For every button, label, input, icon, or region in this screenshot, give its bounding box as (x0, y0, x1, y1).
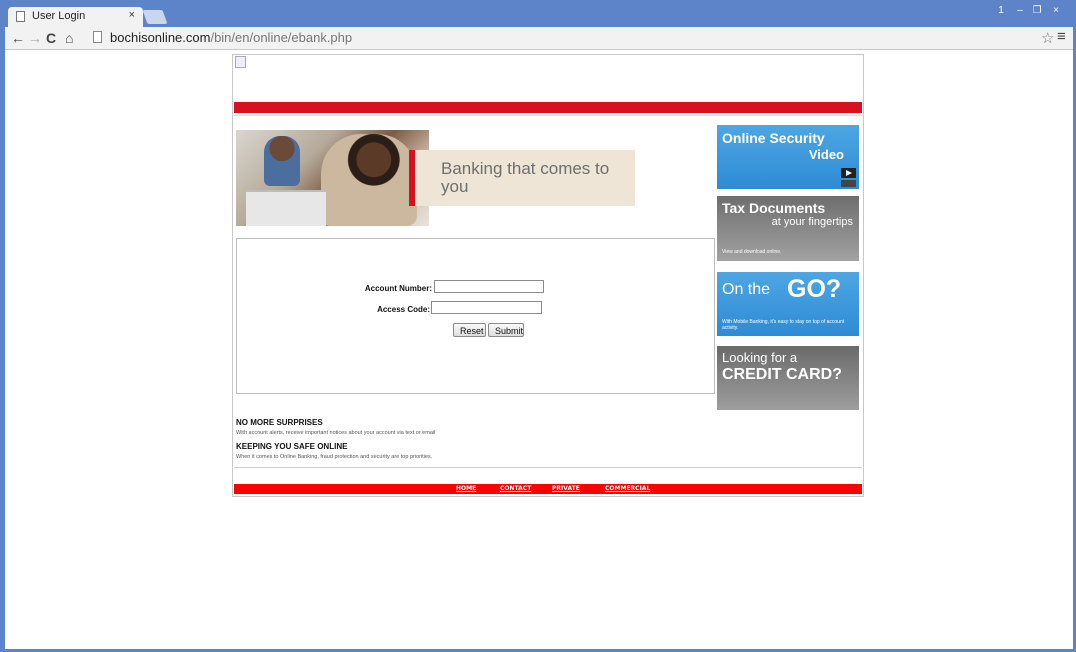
woman-figure (321, 134, 417, 226)
document-icon (93, 31, 102, 43)
promo-tax-title: Tax Documents (722, 200, 826, 216)
promo-credit-card[interactable]: Looking for a CREDIT CARD? (717, 346, 859, 410)
reset-button[interactable]: Reset (453, 323, 486, 337)
minimize-icon[interactable]: – (1013, 4, 1027, 18)
logo-broken-image-icon (235, 56, 246, 68)
footer-link-home[interactable]: HOME (456, 485, 476, 492)
footer-link-commercial[interactable]: COMMERCIAL (605, 485, 650, 492)
tab-close-icon[interactable]: × (129, 9, 135, 21)
tab-title: User Login (32, 10, 86, 22)
browser-window: User Login × 1 – ❐ × ← → C ⌂ bochisonlin… (0, 0, 1076, 652)
header-red-bar (234, 102, 862, 113)
bookmark-star-icon[interactable]: ☆ (1041, 29, 1054, 47)
bank-page: Banking that comes to you Account Number… (232, 54, 864, 497)
account-number-input[interactable] (434, 280, 544, 293)
menu-icon[interactable]: ≡ (1057, 28, 1066, 45)
user-icon[interactable]: 1 (995, 4, 1007, 18)
address-toolbar: ← → C ⌂ bochisonline.com/bin/en/online/e… (5, 27, 1073, 50)
url-path: /bin/en/online/ebank.php (210, 30, 353, 45)
notice-body: When it comes to Online Banking, fraud p… (236, 454, 433, 460)
submit-button[interactable]: Submit (488, 323, 524, 337)
play-icon (841, 168, 856, 178)
promo-go-title: GO? (787, 275, 842, 303)
promo-go-note: With Mobile Banking, it's easy to stay o… (722, 319, 845, 331)
promo-security-subtitle: Video (808, 147, 844, 162)
home-icon[interactable]: ⌂ (65, 29, 73, 47)
access-code-input[interactable] (431, 301, 542, 314)
account-number-label: Account Number: (364, 284, 432, 293)
header-divider (234, 115, 862, 116)
reload-icon[interactable]: C (46, 29, 56, 47)
promo-tax-note: View and download online. (722, 249, 782, 255)
footer-link-contact[interactable]: CONTACT (500, 485, 531, 492)
promo-security-title: Online Security (722, 130, 825, 146)
address-bar[interactable]: bochisonline.com/bin/en/online/ebank.php (90, 29, 1040, 47)
url-text: bochisonline.com/bin/en/online/ebank.php (110, 30, 352, 45)
promo-credit-title: CREDIT CARD? (722, 366, 842, 383)
access-code-label: Access Code: (377, 305, 430, 314)
forward-arrow-icon[interactable]: → (28, 29, 42, 47)
hero-text: Banking that comes to you (441, 159, 610, 196)
url-domain: bochisonline.com (110, 30, 211, 45)
login-form: Account Number: Access Code: Reset Submi… (236, 238, 715, 394)
child-figure (264, 136, 300, 186)
new-tab-button[interactable] (142, 10, 168, 24)
hero-photo (236, 130, 429, 226)
page-icon (16, 11, 25, 22)
tab-user-login[interactable]: User Login × (8, 7, 143, 27)
hero-banner: Banking that comes to you (409, 150, 635, 206)
notice-body: With account alerts, receive important n… (236, 430, 436, 436)
restore-icon[interactable]: ❐ (1030, 4, 1044, 18)
notice-title: NO MORE SURPRISES (236, 418, 323, 427)
promo-credit-prefix: Looking for a (722, 350, 798, 365)
title-bar: User Login × 1 – ❐ × (5, 0, 1073, 27)
promo-go-prefix: On the (722, 281, 771, 298)
promo-online-security[interactable]: Online Security Video (717, 125, 859, 189)
promo-tax-subtitle: at your fingertips (771, 216, 853, 228)
laptop-figure (246, 190, 326, 226)
promo-tax-documents[interactable]: Tax Documents at your fingertips View an… (717, 196, 859, 261)
footer-link-private[interactable]: PRIVATE (552, 485, 580, 492)
footer-divider (234, 467, 862, 468)
back-arrow-icon[interactable]: ← (11, 29, 25, 47)
footer-nav: HOME CONTACT PRIVATE COMMERCIAL (234, 484, 862, 494)
promo-mobile-banking[interactable]: On the GO? With Mobile Banking, it's eas… (717, 272, 859, 336)
notice-title: KEEPING YOU SAFE ONLINE (236, 442, 348, 451)
close-window-icon[interactable]: × (1049, 4, 1063, 18)
video-bar (841, 180, 856, 187)
